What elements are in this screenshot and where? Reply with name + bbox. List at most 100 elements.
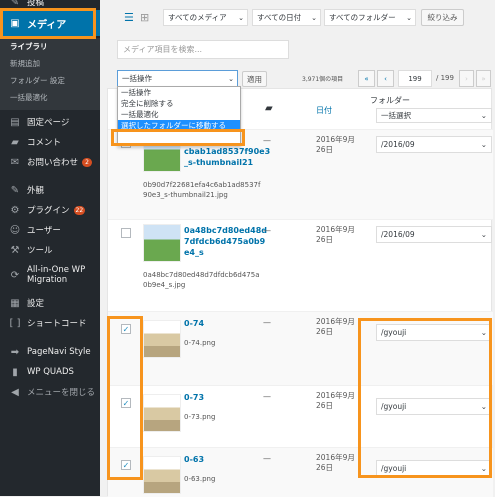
prev-page-button[interactable]: ‹: [377, 70, 394, 87]
author-cell: —: [263, 136, 271, 145]
table-row: ✓ 0-73 0-73.png — 2016年9月 26日/gyouji ⌄: [108, 385, 493, 447]
menu-item-12[interactable]: ◀ メニューを閉じる: [0, 382, 100, 402]
media-thumbnail[interactable]: [143, 224, 181, 262]
last-page-button[interactable]: »: [476, 70, 491, 87]
menu-label: ショートコード: [27, 319, 87, 329]
menu-item-1[interactable]: ▰ コメント: [0, 132, 100, 152]
pin-icon: ✎: [10, 0, 20, 8]
menu-item-posts[interactable]: ✎ 投稿: [0, 0, 100, 10]
folder-select[interactable]: /2016/09 ⌄: [376, 136, 492, 153]
submenu-library[interactable]: ライブラリ: [0, 38, 100, 55]
menu-item-3[interactable]: ✎ 外観: [0, 180, 100, 200]
menu-item-5[interactable]: ☺ ユーザー: [0, 220, 100, 240]
author-cell: —: [263, 392, 271, 401]
menu-label: お問い合わせ: [27, 158, 79, 168]
update-badge: 2: [82, 157, 93, 167]
menu-item-0[interactable]: ▤ 固定ページ: [0, 112, 100, 132]
chevron-down-icon: ⌄: [480, 111, 487, 120]
menu-item-7[interactable]: ⟳ All-in-One WP Migration: [0, 260, 100, 290]
mail-icon: ✉: [10, 156, 20, 168]
menu-label: コメント: [27, 138, 62, 148]
folder-value: /gyouji: [381, 328, 407, 337]
folder-bulk-select[interactable]: 一括選択 ⌄: [376, 108, 492, 123]
date-cell: 2016年9月 26日: [316, 453, 355, 472]
media-title-link[interactable]: 0a48bc7d80ed48d 7dfdcb6d475a0b9 e4_s: [184, 225, 267, 258]
first-page-button[interactable]: «: [358, 70, 375, 87]
menu-item-media[interactable]: ▣ メディア: [0, 10, 100, 36]
chevron-down-icon: ⌄: [480, 402, 487, 411]
menu-item-2[interactable]: ✉ お問い合わせ 2: [0, 152, 100, 172]
list-view-icon[interactable]: ☰: [124, 12, 135, 23]
apply-button[interactable]: 適用: [242, 71, 267, 87]
media-filename: 0-63.png: [184, 475, 216, 483]
current-page-input[interactable]: 199: [398, 70, 432, 87]
date-select[interactable]: すべての日付 ⌄: [252, 9, 321, 26]
media-title-link[interactable]: 0-63: [184, 454, 204, 465]
chart-icon: ▮: [12, 366, 18, 378]
date-cell: 2016年9月 26日: [316, 225, 355, 244]
menu-label: PageNavi Style: [27, 347, 91, 357]
menu-label: メニューを閉じる: [27, 388, 96, 398]
menu-label: ツール: [27, 246, 53, 256]
menu-item-6[interactable]: ⚒ ツール: [0, 240, 100, 260]
folder-select[interactable]: /gyouji ⌄: [376, 324, 492, 341]
chevron-down-icon: ⌄: [311, 13, 317, 22]
submenu-folder-settings[interactable]: フォルダー 設定: [0, 72, 100, 89]
date-cell: 2016年9月 26日: [316, 135, 355, 154]
bulk-option[interactable]: 一括最適化: [118, 109, 240, 120]
media-title-link[interactable]: 0-74: [184, 318, 204, 329]
search-input[interactable]: メディア項目を検索...: [117, 40, 289, 59]
bulk-action-select[interactable]: 一括操作 ⌄: [117, 70, 238, 87]
migration-icon: ⟳: [10, 269, 20, 281]
media-title-link[interactable]: 0-73: [184, 392, 204, 403]
chevron-down-icon: ⌄: [480, 140, 487, 149]
chevron-down-icon: ⌄: [228, 74, 234, 83]
chevron-down-icon: ⌄: [406, 13, 412, 22]
media-thumbnail[interactable]: [143, 394, 181, 432]
table-row: ✓ 0-63 0-63.png — 2016年9月 26日/gyouji ⌄: [108, 447, 493, 497]
comment-column-icon: ▰: [265, 103, 273, 114]
menu-item-4[interactable]: ⚙ プラグイン 22: [0, 200, 100, 220]
filter-button[interactable]: 絞り込み: [421, 9, 464, 26]
author-cell: —: [263, 318, 271, 327]
menu-item-9[interactable]: [ ] ショートコード: [0, 313, 100, 333]
media-filename: 0-73.png: [184, 413, 216, 421]
folder-select[interactable]: /gyouji ⌄: [376, 398, 492, 415]
media-thumbnail[interactable]: [143, 456, 181, 494]
item-count: 3,971個の項目: [302, 76, 344, 83]
menu-label: プラグイン: [27, 206, 70, 216]
total-pages: / 199: [436, 74, 454, 82]
media-submenu: ライブラリ 新規追加 フォルダー 設定 一括最適化: [0, 38, 100, 110]
column-date[interactable]: 日付: [316, 105, 332, 116]
submenu-bulk-optimize[interactable]: 一括最適化: [0, 89, 100, 106]
chevron-down-icon: ⌄: [480, 230, 487, 239]
media-type-select[interactable]: すべてのメディア ⌄: [163, 9, 248, 26]
row-checkbox[interactable]: [121, 228, 131, 238]
folder-select[interactable]: /gyouji ⌄: [376, 460, 492, 477]
next-page-button[interactable]: ›: [459, 70, 474, 87]
user-icon: ☺: [9, 224, 21, 236]
submenu-add-new[interactable]: 新規追加: [0, 55, 100, 72]
bulk-option[interactable]: 一括操作: [118, 87, 240, 98]
date-cell: 2016年9月 26日: [316, 317, 355, 336]
table-row: 0a48bc7d80ed48d 7dfdcb6d475a0b9 e4_s 0a48…: [108, 219, 493, 311]
collapse-icon: ◀: [11, 386, 19, 398]
row-checkbox[interactable]: ✓: [121, 460, 131, 470]
media-filename: 0a48bc7d80ed48d7dfdcb6d475a 0b9e4_s.jpg: [143, 271, 260, 289]
bulk-option-move-folder[interactable]: 選択したフォルダーに移動する: [118, 120, 240, 131]
media-thumbnail[interactable]: [143, 320, 181, 358]
folder-select[interactable]: /2016/09 ⌄: [376, 226, 492, 243]
grid-view-icon[interactable]: ⊞: [140, 12, 151, 23]
author-cell: —: [263, 454, 271, 463]
menu-item-11[interactable]: ▮ WP QUADS: [0, 362, 100, 382]
date-cell: 2016年9月 26日: [316, 391, 355, 410]
settings-icon: ▦: [10, 297, 20, 309]
row-checkbox[interactable]: ✓: [121, 398, 131, 408]
menu-item-8[interactable]: ▦ 設定: [0, 293, 100, 313]
menu-item-10[interactable]: ➡ PageNavi Style: [0, 342, 100, 362]
row-checkbox[interactable]: ✓: [121, 324, 131, 334]
brush-icon: ✎: [10, 184, 20, 196]
bulk-option[interactable]: 完全に削除する: [118, 98, 240, 109]
pagenavi-icon: ➡: [10, 346, 20, 358]
folder-filter-select[interactable]: すべてのフォルダー ⌄: [324, 9, 416, 26]
